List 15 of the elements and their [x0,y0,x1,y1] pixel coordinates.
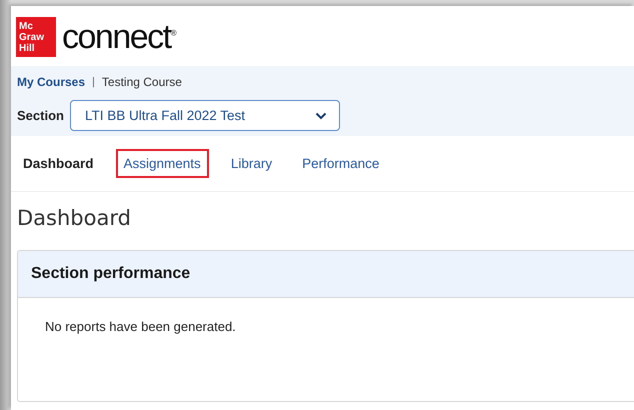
nav-tab[interactable]: Dashboard [15,149,102,178]
card-title: Section performance [31,265,190,283]
breadcrumb-separator: | [92,76,95,88]
empty-message: No reports have been generated. [45,319,236,334]
breadcrumb-link[interactable]: My Courses [17,75,86,89]
publisher-logo: Mc Graw Hill [16,17,56,57]
page-heading: Dashboard [16,205,132,232]
nav-tab[interactable]: Library [222,149,280,178]
section-dropdown[interactable]: LTI BB Ultra Fall 2022 Test [70,100,340,131]
nav-tab[interactable]: Assignments [116,149,209,178]
product-wordmark: connect$^{®}$ [62,20,176,54]
section-label: Section [17,108,64,123]
nav-tab[interactable]: Performance [294,149,388,178]
chevron-down-icon [314,112,327,120]
breadcrumb-current: Testing Course [102,75,182,89]
